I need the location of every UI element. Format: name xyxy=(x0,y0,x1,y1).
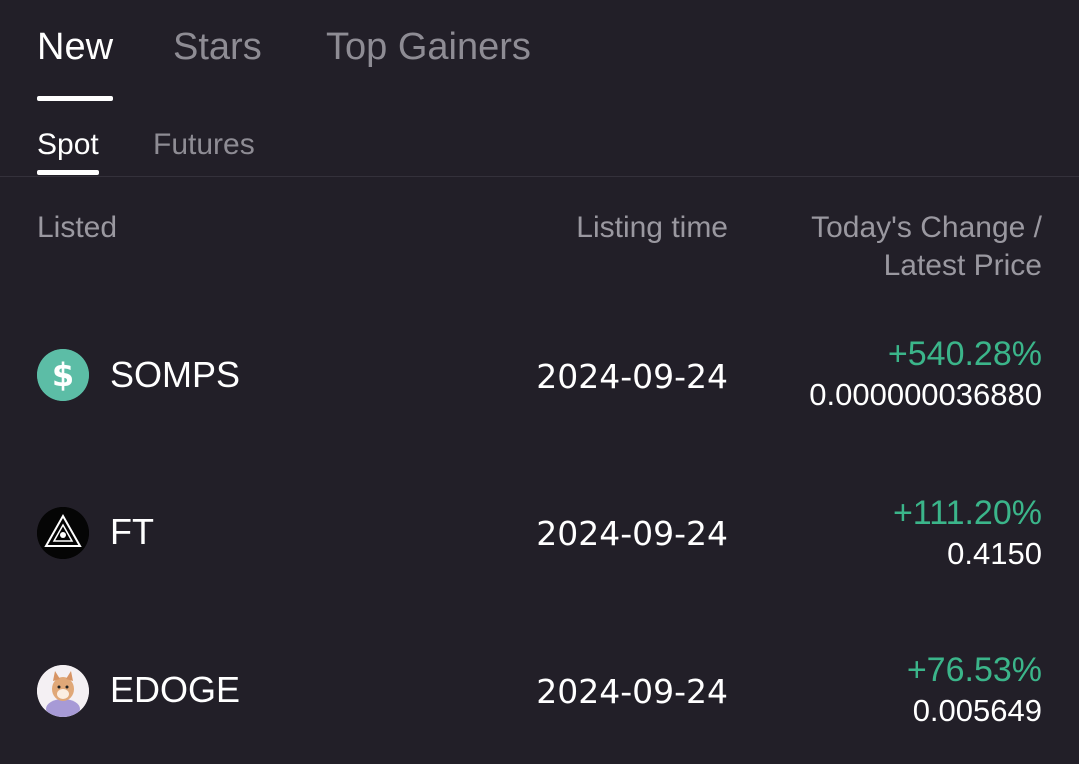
coin-listing-time: 2024-09-24 xyxy=(536,357,728,396)
header-change-line1[interactable]: Today's Change / xyxy=(811,209,1042,247)
header-listed: Listed xyxy=(37,211,118,244)
tab-top-gainers-label: Top Gainers xyxy=(326,26,531,68)
header-listing-time[interactable]: Listing time xyxy=(576,209,728,247)
coin-symbol: SOMPS xyxy=(110,354,241,395)
coin-symbol: EDOGE xyxy=(110,669,241,710)
svg-text:$: $ xyxy=(52,356,74,394)
coin-price: 0.005649 xyxy=(912,693,1042,728)
doge-avatar-icon xyxy=(37,665,89,717)
tab-futures-label: Futures xyxy=(153,128,255,161)
fractal-triangle-icon xyxy=(37,507,89,559)
tab-stars[interactable]: Stars xyxy=(173,24,262,70)
tab-spot-underline xyxy=(37,170,99,175)
coin-listing-time: 2024-09-24 xyxy=(536,514,728,553)
coin-change: +540.28% xyxy=(887,335,1042,373)
table-row-ft[interactable]: FT 2024-09-24 +111.20% 0.4150 xyxy=(0,457,1079,607)
tab-futures[interactable]: Futures xyxy=(153,127,255,163)
tab-spot[interactable]: Spot xyxy=(37,127,99,175)
coin-symbol: FT xyxy=(110,511,154,552)
tab-new-label: New xyxy=(37,26,114,68)
tab-top-gainers[interactable]: Top Gainers xyxy=(326,24,531,70)
tab-stars-label: Stars xyxy=(173,26,262,68)
header-change-line2[interactable]: Latest Price xyxy=(884,247,1042,285)
primary-tab-bar: New Stars Top Gainers xyxy=(0,0,1079,110)
coin-price: 0.000000036880 xyxy=(809,377,1042,412)
coin-change: +111.20% xyxy=(892,494,1042,532)
tab-new[interactable]: New xyxy=(37,24,114,101)
dollar-coin-icon: $ xyxy=(37,349,89,401)
table-row-somps[interactable]: $ SOMPS 2024-09-24 +540.28% 0.0000000368… xyxy=(0,300,1079,450)
tab-spot-label: Spot xyxy=(37,128,99,161)
tabs-divider xyxy=(0,176,1079,177)
tab-new-underline xyxy=(37,96,114,101)
coin-listing-time: 2024-09-24 xyxy=(536,672,728,711)
table-row-edoge[interactable]: EDOGE 2024-09-24 +76.53% 0.005649 xyxy=(0,614,1079,764)
coin-change: +76.53% xyxy=(906,651,1042,689)
coin-price: 0.4150 xyxy=(947,536,1042,571)
